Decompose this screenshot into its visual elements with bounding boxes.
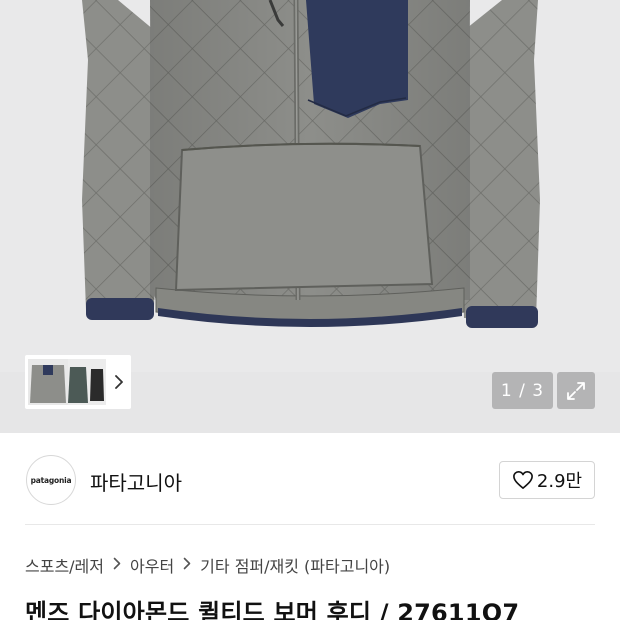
breadcrumb: 스포츠/레저 아우터 기타 점퍼/재킷 (파타고니아) [25,553,390,577]
breadcrumb-item-subcategory[interactable]: 아우터 [130,553,174,577]
chevron-right-icon [113,556,121,574]
brand-row: patagonia 파타고니아 2.9만 [0,433,620,525]
brand-logo[interactable]: patagonia [26,455,76,505]
product-title: 멘즈 다이아몬드 퀼티드 보머 후디 / 27611Q7 [25,599,520,620]
brand-like-button[interactable]: 2.9만 [499,461,595,499]
brand-name[interactable]: 파타고니아 [90,467,182,496]
like-count: 2.9만 [536,471,583,492]
thumbnail-image[interactable] [28,359,106,405]
chevron-right-icon [115,375,123,389]
chevron-right-icon [183,556,191,574]
breadcrumb-item-leaf[interactable]: 기타 점퍼/재킷 (파타고니아) [200,553,390,577]
product-image-gallery[interactable]: 1 / 3 [0,0,620,433]
thumbnail-next-button[interactable] [107,355,131,409]
thumbnail-strip[interactable] [25,355,131,409]
section-divider [25,524,595,525]
heart-outline-icon [512,471,533,489]
breadcrumb-item-category[interactable]: 스포츠/레저 [25,553,104,577]
expand-image-button[interactable] [557,372,595,409]
image-pager: 1 / 3 [492,372,553,409]
brand-logo-text: patagonia [30,475,72,485]
product-photo[interactable] [0,0,620,372]
expand-arrows-icon [567,381,585,400]
